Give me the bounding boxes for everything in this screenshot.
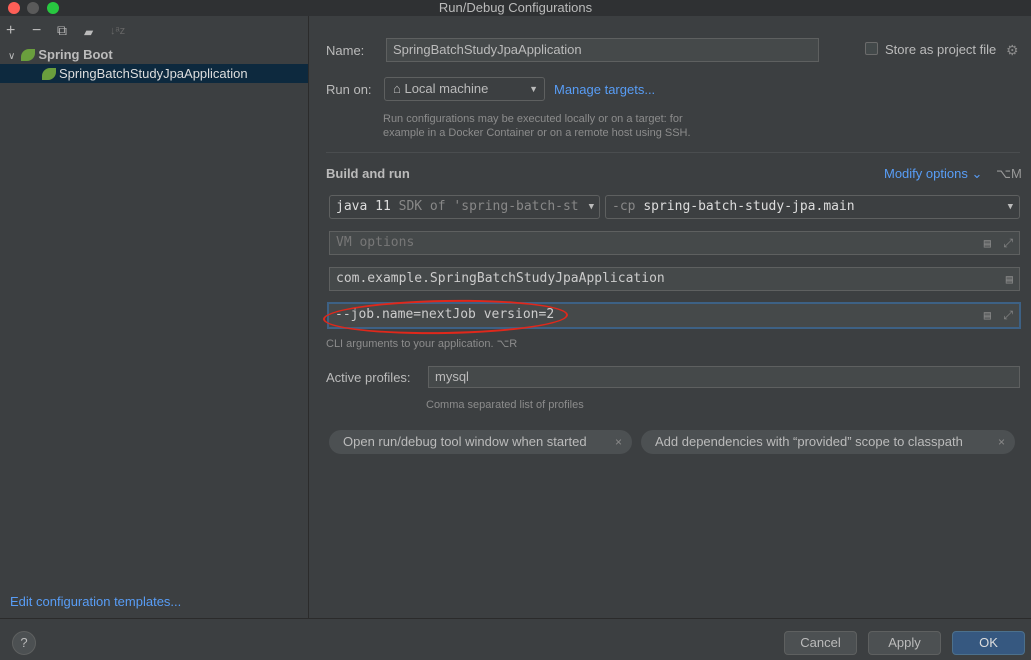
dropdown-arrow-icon: ▼ xyxy=(529,84,538,94)
close-window-button[interactable] xyxy=(8,2,20,14)
run-on-value: Local machine xyxy=(404,81,489,96)
main-class-value: com.example.SpringBatchStudyJpaApplicati… xyxy=(336,271,665,286)
vm-placeholder: VM options xyxy=(336,235,415,250)
apply-button[interactable]: Apply xyxy=(868,631,941,655)
tree-group-spring-boot[interactable]: ∨ Spring Boot xyxy=(0,45,308,64)
title-bar: Run/Debug Configurations xyxy=(0,0,1031,16)
jdk-value: java 11 xyxy=(336,199,391,214)
dropdown-arrow-icon: ▼ xyxy=(1007,202,1013,212)
profiles-input[interactable]: mysql xyxy=(428,366,1020,388)
run-on-hint: Run configurations may be executed local… xyxy=(383,113,683,125)
remove-icon[interactable]: − xyxy=(32,22,41,40)
chip-add-dependencies[interactable]: Add dependencies with “provided” scope t… xyxy=(641,430,1015,454)
run-on-label: Run on: xyxy=(326,82,372,97)
divider xyxy=(326,152,1020,153)
new-folder-icon[interactable]: ▰ xyxy=(84,25,93,39)
cli-hint: CLI arguments to your application. ⌥R xyxy=(326,338,518,350)
vm-options-input[interactable]: VM options ▤ ⤢ xyxy=(329,231,1020,255)
add-icon[interactable]: + xyxy=(6,22,15,40)
profiles-hint: Comma separated list of profiles xyxy=(426,399,584,411)
close-icon[interactable]: × xyxy=(615,430,622,454)
cancel-button[interactable]: Cancel xyxy=(784,631,857,655)
spring-boot-icon xyxy=(21,49,36,61)
home-icon: ⌂ xyxy=(393,81,405,96)
section-title: Build and run xyxy=(326,166,410,181)
ok-button[interactable]: OK xyxy=(952,631,1025,655)
run-on-hint-2: example in a Docker Container or on a re… xyxy=(383,127,691,139)
jdk-sub: SDK of 'spring-batch-st xyxy=(398,199,579,214)
document-icon[interactable]: ▤ xyxy=(1006,268,1013,290)
manage-targets-link[interactable]: Manage targets... xyxy=(554,82,655,97)
group-label: Spring Boot xyxy=(38,47,113,62)
sort-icon[interactable]: ↓ᵃz xyxy=(110,25,125,37)
window-title: Run/Debug Configurations xyxy=(438,0,593,15)
copy-icon[interactable]: ⧉ xyxy=(57,22,67,39)
expand-icon[interactable]: ⤢ xyxy=(1003,232,1013,254)
classpath-select[interactable]: -cp spring-batch-study-jpa.main ▼ xyxy=(605,195,1020,219)
tree-item-config[interactable]: SpringBatchStudyJpaApplication xyxy=(0,64,308,83)
close-icon[interactable]: × xyxy=(998,430,1005,454)
main-class-input[interactable]: com.example.SpringBatchStudyJpaApplicati… xyxy=(329,267,1020,291)
config-tree-panel xyxy=(0,16,309,618)
document-icon[interactable]: ▤ xyxy=(984,304,991,326)
run-on-select[interactable]: ⌂ Local machine ▼ xyxy=(384,77,545,101)
cp-value: spring-batch-study-jpa.main xyxy=(643,199,855,214)
cp-prefix: -cp xyxy=(612,199,636,214)
chip-label: Add dependencies with “provided” scope t… xyxy=(655,434,963,449)
minimize-window-button[interactable] xyxy=(27,2,39,14)
modify-shortcut: ⌥M xyxy=(996,166,1022,181)
jdk-select[interactable]: java 11 SDK of 'spring-batch-st ▼ xyxy=(329,195,600,219)
name-input[interactable]: SpringBatchStudyJpaApplication xyxy=(386,38,819,62)
store-label[interactable]: Store as project file xyxy=(885,42,996,57)
edit-templates-link[interactable]: Edit configuration templates... xyxy=(10,594,181,609)
chevron-down-icon[interactable]: ∨ xyxy=(8,51,15,62)
document-icon[interactable]: ▤ xyxy=(984,232,991,254)
modify-options-link[interactable]: Modify options ⌄ xyxy=(884,166,982,182)
chip-label: Open run/debug tool window when started xyxy=(343,434,587,449)
expand-icon[interactable]: ⤢ xyxy=(1003,304,1013,326)
help-button[interactable]: ? xyxy=(12,631,36,655)
gear-icon[interactable]: ⚙ xyxy=(1006,42,1019,59)
store-checkbox[interactable] xyxy=(865,42,878,55)
dropdown-arrow-icon: ▼ xyxy=(588,202,594,212)
config-label: SpringBatchStudyJpaApplication xyxy=(59,66,248,81)
name-label: Name: xyxy=(326,43,365,58)
chip-open-tool-window[interactable]: Open run/debug tool window when started × xyxy=(329,430,632,454)
maximize-window-button[interactable] xyxy=(47,2,59,14)
spring-boot-icon xyxy=(42,68,56,80)
profiles-label: Active profiles: xyxy=(326,370,411,385)
